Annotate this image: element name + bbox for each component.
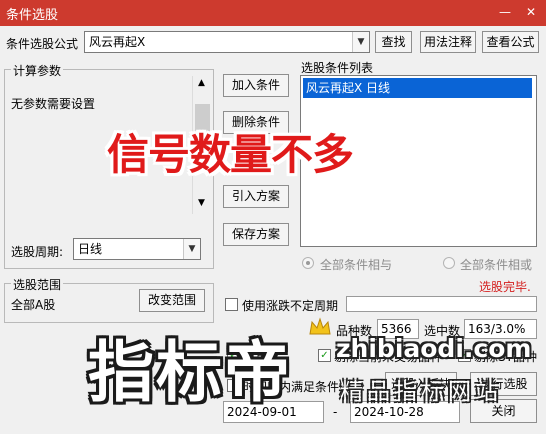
params-group-title: 计算参数 <box>11 62 64 79</box>
usage-note-button[interactable]: 用法注释 <box>420 31 476 53</box>
or-radio[interactable] <box>443 257 455 269</box>
and-radio[interactable] <box>302 257 314 269</box>
params-message: 无参数需要设置 <box>11 97 96 111</box>
watermark-url: zhibiaodi.com <box>336 334 532 363</box>
crown-icon <box>309 317 331 335</box>
period-value: 日线 <box>78 242 103 256</box>
conditions-header: 选股条件列表 <box>301 61 374 75</box>
status-text: 选股完毕. <box>479 280 531 294</box>
formula-select[interactable]: 风云再起X ▼ <box>84 31 370 53</box>
formula-label: 条件选股公式 <box>6 37 79 51</box>
uncertain-period-input[interactable] <box>346 296 537 312</box>
close-icon[interactable]: ✕ <box>520 2 542 22</box>
formula-value: 风云再起X <box>89 35 146 49</box>
scroll-down-icon[interactable]: ▼ <box>198 198 205 208</box>
watermark-overlay: 指标帝 <box>88 334 292 411</box>
exclude-cut-checkbox[interactable]: ✓ <box>318 349 331 362</box>
uncertain-period-label: 使用涨跌不定周期 <box>242 299 339 313</box>
and-radio-label: 全部条件相与 <box>320 258 393 272</box>
period-select[interactable]: 日线 ▼ <box>73 238 201 260</box>
scope-value: 全部A股 <box>11 298 56 312</box>
window-title: 条件选股 <box>6 8 59 23</box>
find-button[interactable]: 查找 <box>375 31 412 53</box>
red-caption-overlay: 信号数量不多 <box>107 130 354 179</box>
scope-group: 选股范围 全部A股 改变范围 <box>4 276 214 323</box>
chevron-down-icon[interactable]: ▼ <box>183 239 200 259</box>
chevron-down-icon[interactable]: ▼ <box>352 32 369 52</box>
scope-group-title: 选股范围 <box>11 276 64 293</box>
uncertain-period-checkbox[interactable] <box>225 298 238 311</box>
view-formula-button[interactable]: 查看公式 <box>482 31 539 53</box>
import-plan-button[interactable]: 引入方案 <box>223 185 289 208</box>
change-scope-button[interactable]: 改变范围 <box>139 289 205 312</box>
watermark-subtitle: 精品指标网站 <box>340 379 502 405</box>
date-dash: - <box>333 405 338 419</box>
or-radio-label: 全部条件相或 <box>460 258 533 272</box>
minimize-icon[interactable]: — <box>494 2 516 22</box>
scroll-up-icon[interactable]: ▲ <box>198 78 205 88</box>
save-plan-button[interactable]: 保存方案 <box>223 223 289 246</box>
title-bar: 条件选股 — ✕ <box>0 0 546 26</box>
period-label: 选股周期: <box>11 245 64 259</box>
condition-item[interactable]: 风云再起X 日线 <box>303 78 532 98</box>
add-condition-button[interactable]: 加入条件 <box>223 74 289 97</box>
